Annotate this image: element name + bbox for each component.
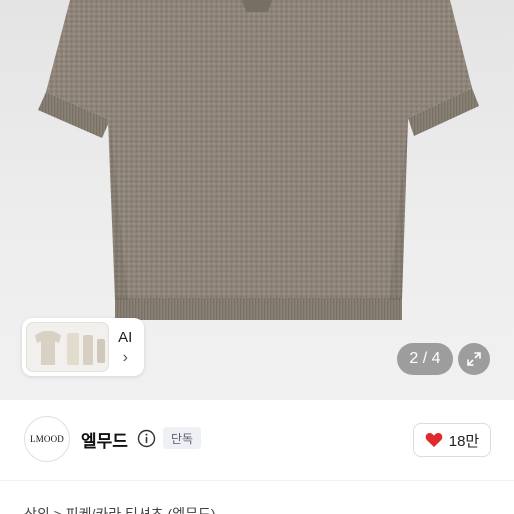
expand-arrows-icon [467,352,481,366]
like-count: 18만 [448,432,480,450]
ai-label: AI [118,328,133,346]
category-breadcrumb[interactable]: 상의 > 피케/카라 티셔츠 (엘무드) [24,504,216,514]
exclusive-badge: 단독 [163,427,201,449]
info-circle-icon[interactable] [137,429,156,448]
product-image[interactable]: AI › 2 / 4 [0,0,514,400]
ai-thumbnail-shirts [35,331,105,365]
page-indicator: 2 / 4 [397,343,453,375]
seller-logo-text: LMOOD [30,434,64,444]
heart-icon [425,433,443,447]
ai-text-group: AI › [111,329,140,366]
seller-name[interactable]: 엘무드 [81,427,128,452]
like-button[interactable]: 18만 [413,423,491,457]
ai-thumbnail [26,322,109,372]
section-divider [0,480,514,481]
seller-logo[interactable]: LMOOD [24,416,70,462]
chevron-right-icon: › [122,348,128,366]
ai-similar-chip[interactable]: AI › [22,318,144,376]
product-detail-screen: AI › 2 / 4 LMOOD 엘무드 단독 18만 상의 > 피케/카라 티… [0,0,514,514]
expand-button[interactable] [458,343,490,375]
